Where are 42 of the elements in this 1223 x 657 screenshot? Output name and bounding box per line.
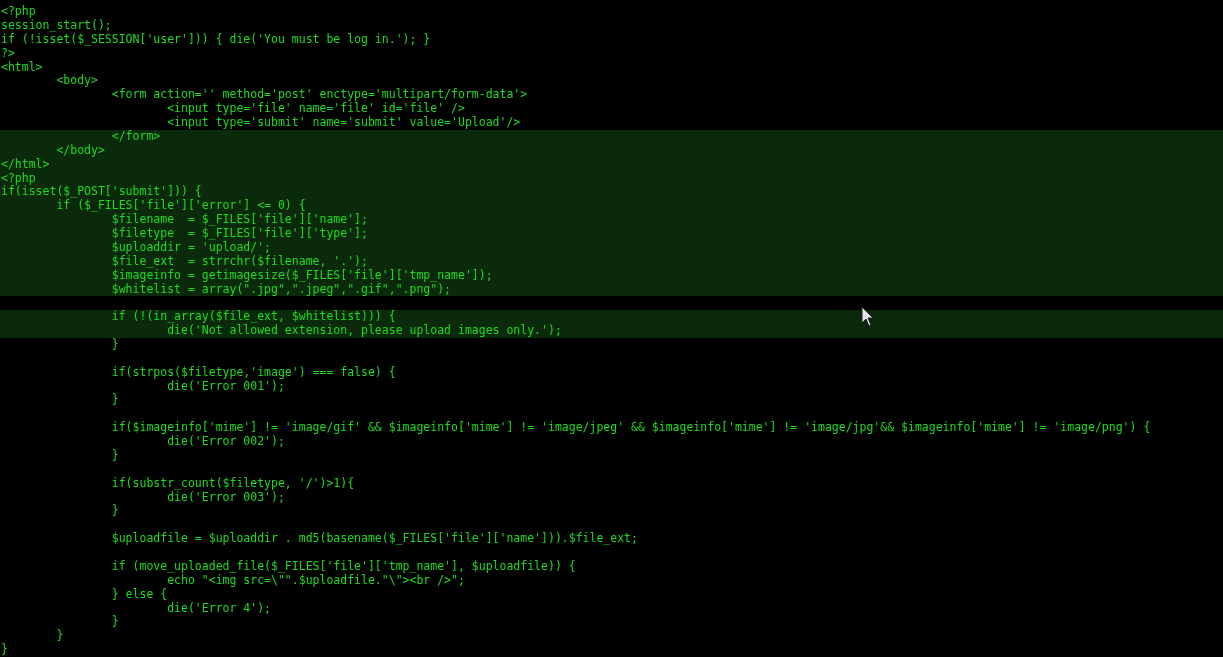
code-line: } [110, 503, 119, 518]
code-line: if(isset($_POST['submit'])) { [0, 184, 202, 199]
code-line: if($imageinfo['mime'] != 'image/gif' && $imageinfo['mime'] != 'image/jpeg' && $imageinfo['mime'] != 'image/jpg'&& $imageinfo['mime'] != 'image/png') { [110, 420, 1151, 435]
code-line: </html> [0, 156, 50, 171]
code-line: session_start(); [0, 17, 112, 32]
code-line: } [55, 628, 64, 643]
mouse-pointer-icon [861, 306, 875, 327]
code-line: $whitelist = array(".jpg",".jpeg",".gif",".png"); [110, 281, 452, 296]
code-line: die('Error 002'); [166, 434, 285, 449]
code-line: <?php [0, 170, 36, 185]
code-line: $file_ext = strrchr($filename, '.'); [110, 253, 368, 268]
code-line: } [110, 392, 119, 407]
code-line: die('Not allowed extension, please upload images only.'); [166, 323, 562, 338]
code-line: <input type='file' name='file' id='file' /> [166, 101, 465, 116]
code-line: } else { [110, 586, 168, 601]
code-line: $uploaddir = 'upload/'; [110, 239, 272, 254]
code-line: die('Error 001'); [167, 378, 285, 393]
code-line: if (move_uploaded_file($_FILES['file']['tmp_name'], $uploadfile)) { [110, 558, 576, 573]
code-line: <input type='submit' name='submit' value='Upload'/> [166, 115, 521, 129]
code-line: die('Error 003'); [167, 489, 285, 504]
code-line: $imageinfo = getimagesize($_FILES['file']['tmp_name']); [110, 267, 493, 282]
code-line: if(strpos($filetype,'image') === false) { [110, 364, 396, 379]
code-line: } [110, 447, 119, 462]
code-line: if(substr_count($filetype, '/')>1){ [110, 475, 355, 490]
code-line: $filename = $_FILES['file']['name']; [110, 212, 368, 227]
code-line: <form action='' method='post' enctype='multipart/form-data'> [110, 87, 528, 102]
code-line: } [0, 642, 8, 657]
code-line: if (!(in_array($file_ext, $whitelist))) { [110, 309, 396, 324]
code-line: if ($_FILES['file']['error'] <= 0) { [56, 198, 306, 213]
code-line: </form> [110, 128, 161, 143]
code-line: ?> [0, 45, 15, 60]
code-line: } [110, 614, 119, 629]
code-line: } [110, 337, 119, 351]
code-line: <?php [0, 4, 36, 18]
code-line: $filetype = $_FILES['file']['type']; [110, 226, 368, 240]
code-line: </body> [55, 142, 105, 157]
code-line: if (!isset($_SESSION['user'])) { die('You must be log in.'); } [0, 31, 431, 46]
code-line: die('Error 4'); [166, 600, 272, 615]
code-line: echo "<img src=\"".$uploadfile."\"><br />"; [167, 572, 465, 587]
code-line: <body> [55, 73, 98, 88]
code-line: $uploadfile = $uploaddir . md5(basename($_FILES['file']['name'])).$file_ext; [110, 531, 638, 546]
code-line: <html> [0, 59, 43, 74]
